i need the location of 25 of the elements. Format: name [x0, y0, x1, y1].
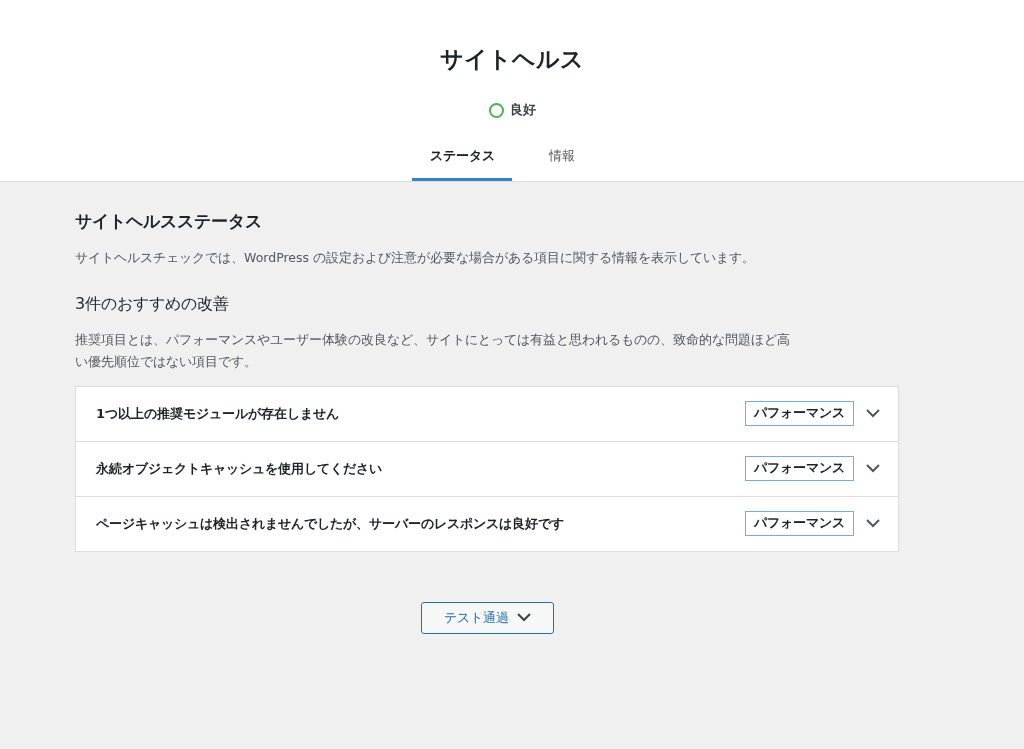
- accordion-row[interactable]: 永続オブジェクトキャッシュを使用してください パフォーマンス: [76, 440, 898, 496]
- tab[interactable]: 情報: [512, 137, 612, 181]
- accordion-title: 永続オブジェクトキャッシュを使用してください: [96, 459, 383, 478]
- category-badge: パフォーマンス: [745, 456, 854, 482]
- page-title: サイトヘルス: [440, 45, 584, 74]
- accordion-title: 1つ以上の推奨モジュールが存在しません: [96, 404, 341, 423]
- category-badge: パフォーマンス: [745, 511, 854, 537]
- section-title: サイトヘルスステータス: [75, 210, 263, 233]
- accordion-row[interactable]: ページキャッシュは検出されませんでしたが、サーバーのレスポンスは良好です パフォーマンス: [76, 495, 898, 551]
- tab[interactable]: ステータス: [412, 137, 512, 181]
- status-label: 良好: [509, 101, 536, 119]
- chevron-down-icon: [866, 409, 880, 419]
- section-description: サイトヘルスチェックでは、WordPress の設定および注意が必要な場合がある項目に関する情報を表示しています。: [75, 249, 756, 267]
- recommendations-title: 3件のおすすめの改善: [75, 294, 231, 316]
- chevron-down-icon: [516, 613, 531, 623]
- passed-tests-button[interactable]: テスト通過: [420, 601, 554, 634]
- accordion-title: ページキャッシュは検出されませんでしたが、サーバーのレスポンスは良好です: [96, 514, 565, 533]
- accordion-row[interactable]: 1つ以上の推奨モジュールが存在しません パフォーマンス: [76, 386, 898, 441]
- category-badge: パフォーマンス: [745, 401, 854, 427]
- expand-toggle[interactable]: [866, 409, 880, 419]
- expand-toggle[interactable]: [866, 464, 880, 474]
- expand-toggle[interactable]: [866, 519, 880, 529]
- chevron-down-icon: [866, 519, 880, 529]
- chevron-down-icon: [866, 464, 880, 474]
- recommendations-description: 推奨項目とは、パフォーマンスやユーザー体験の改良など、サイトにとっては有益と思われるものの、致命的な問題ほど高い優先順位ではない項目です。: [75, 331, 791, 371]
